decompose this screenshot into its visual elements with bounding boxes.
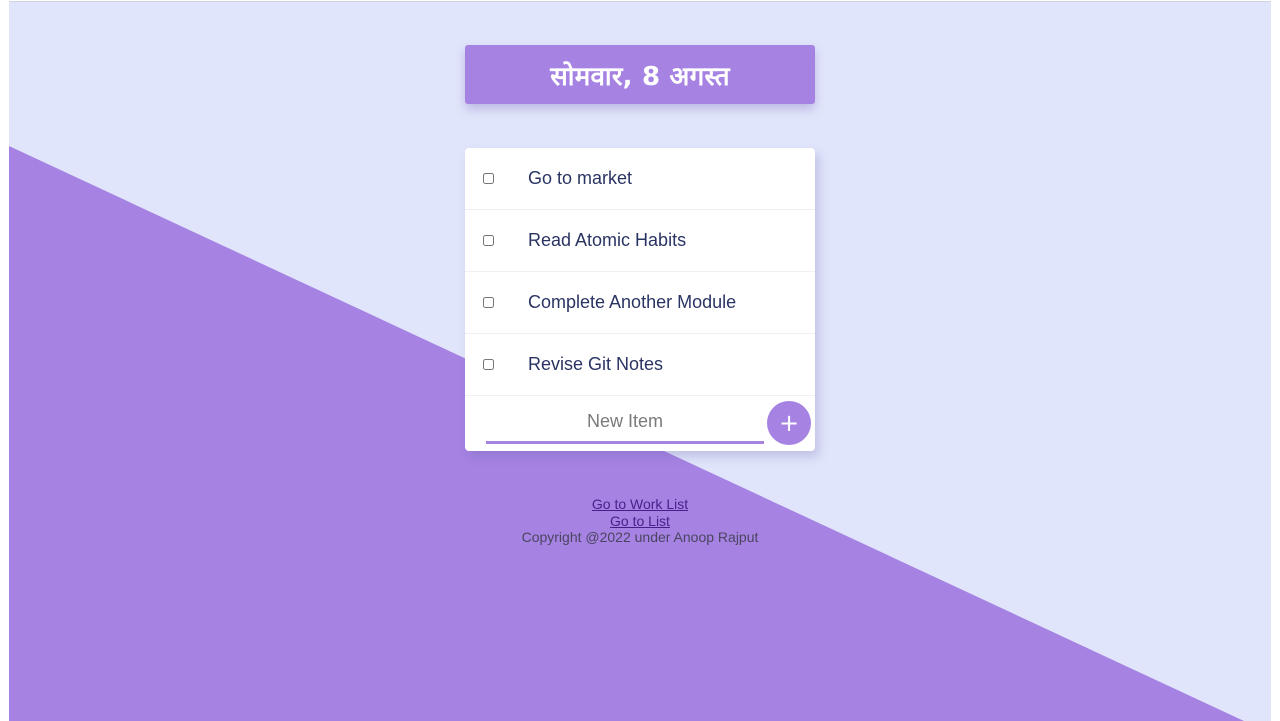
page-root: सोमवार, 8 अगस्त Go to market Read Atomic… [9,1,1271,721]
item-checkbox[interactable] [483,359,494,370]
item-label: Revise Git Notes [528,354,664,374]
heading-box: सोमवार, 8 अगस्त [465,45,815,104]
copyright-text: Copyright @2022 under Anoop Rajput [521,529,759,545]
item-checkbox[interactable] [483,297,494,308]
item-label: Go to market [528,168,633,188]
list-item: Read Atomic Habits [465,210,815,272]
item-checkbox[interactable] [483,173,494,184]
add-item-button[interactable]: + [767,401,811,445]
item-checkbox[interactable] [483,235,494,246]
plus-icon: + [778,409,800,437]
todo-list: Go to market Read Atomic Habits Complete… [465,148,815,451]
list-link[interactable]: Go to List [610,513,670,530]
new-item-input[interactable] [486,402,764,444]
work-list-link[interactable]: Go to Work List [592,496,688,513]
list-item: Go to market [465,148,815,210]
item-label: Complete Another Module [528,292,737,312]
new-item-form: + [465,396,815,450]
footer: Go to Work List Go to List Copyright @20… [9,496,1271,546]
page-title: सोमवार, 8 अगस्त [550,61,730,92]
list-item: Complete Another Module [465,272,815,334]
list-item: Revise Git Notes [465,334,815,396]
item-label: Read Atomic Habits [528,230,687,250]
